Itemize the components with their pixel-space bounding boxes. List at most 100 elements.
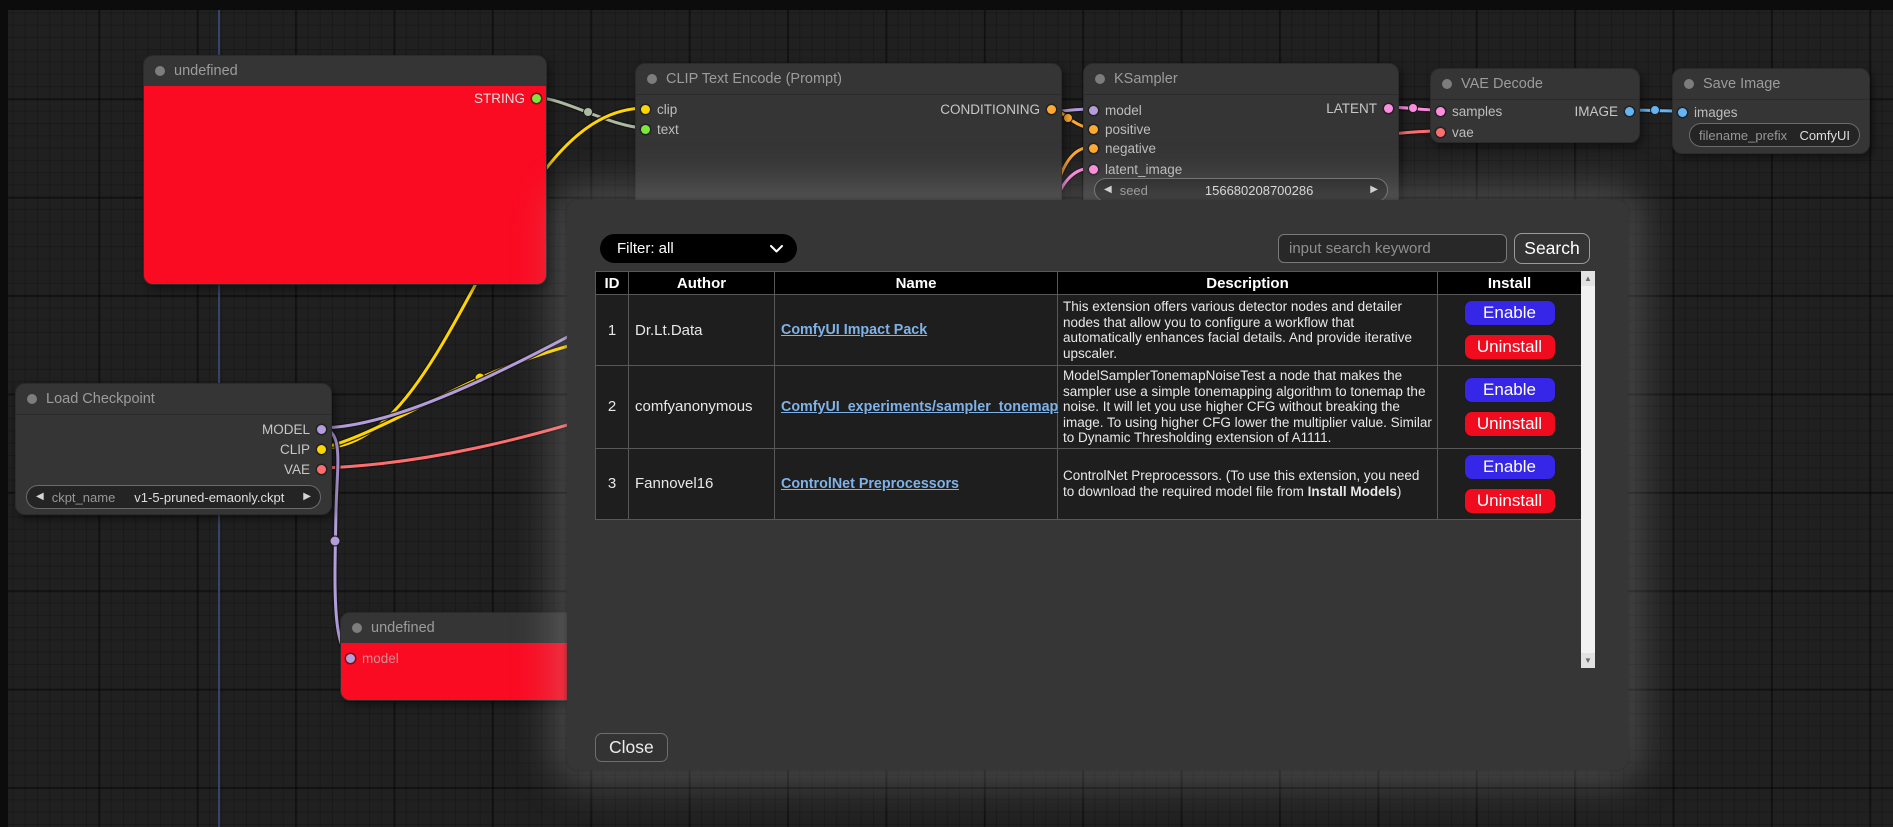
input-port-dot[interactable] [641,105,650,114]
node-status-dot [155,66,165,76]
output-port-label: CONDITIONING [940,102,1040,117]
col-header-install: Install [1438,272,1582,295]
node-header[interactable]: KSampler [1084,64,1398,95]
input-port-label: model [1105,103,1142,118]
node-status-dot [27,394,37,404]
widget-value: v1-5-pruned-emaonly.ckpt [123,490,295,505]
search-input[interactable] [1278,234,1507,263]
node-error-body [144,86,546,284]
col-header-name: Name [775,272,1058,295]
cell-id: 3 [596,448,629,519]
input-port-dot[interactable] [1678,108,1687,117]
table-row: 3 Fannovel16 ControlNet Preprocessors Co… [596,448,1582,519]
input-port-label: samples [1452,104,1502,119]
node-undefined-top[interactable]: undefined STRING [143,55,547,285]
node-header[interactable]: VAE Decode [1431,69,1639,100]
output-port-dot[interactable] [317,425,326,434]
uninstall-button[interactable]: Uninstall [1464,334,1556,360]
input-port-dot[interactable] [346,654,355,663]
cell-id: 1 [596,295,629,366]
output-port-label: LATENT [1326,101,1377,116]
cell-install: Enable Uninstall [1438,448,1582,519]
enable-button[interactable]: Enable [1464,377,1556,403]
enable-button[interactable]: Enable [1464,454,1556,480]
table-row: 1 Dr.Lt.Data ComfyUI Impact Pack This ex… [596,295,1582,366]
uninstall-button[interactable]: Uninstall [1464,488,1556,514]
output-port-dot[interactable] [1047,105,1056,114]
filter-select[interactable]: Filter: all [600,234,797,263]
cell-description: This extension offers various detector n… [1058,295,1438,366]
node-title: undefined [371,620,435,636]
output-port-label: IMAGE [1574,104,1618,119]
cell-description: ModelSamplerTonemapNoiseTest a node that… [1058,366,1438,449]
widget-right-arrow-icon[interactable]: ▶ [303,492,311,502]
cell-install: Enable Uninstall [1438,366,1582,449]
node-header[interactable]: undefined [144,56,546,87]
output-port-label: MODEL [262,422,310,437]
input-port-dot[interactable] [1089,165,1098,174]
node-title: Save Image [1703,76,1780,92]
input-port-dot[interactable] [1089,125,1098,134]
output-port-dot[interactable] [532,94,541,103]
node-ksampler[interactable]: KSampler model positive negative latent_… [1083,63,1399,215]
output-port-label: CLIP [280,442,310,457]
search-button[interactable]: Search [1514,233,1590,264]
vertical-scrollbar[interactable]: ▲ ▼ [1581,271,1595,668]
node-header[interactable]: CLIP Text Encode (Prompt) [636,64,1061,95]
extension-link[interactable]: ComfyUI Impact Pack [781,322,927,338]
col-header-author: Author [629,272,775,295]
node-title: undefined [174,63,238,79]
cell-author: Dr.Lt.Data [629,295,775,366]
table-header-row: ID Author Name Description Install [596,272,1582,295]
extension-link[interactable]: ControlNet Preprocessors [781,476,959,492]
output-port-dot[interactable] [1384,104,1393,113]
widget-right-arrow-icon[interactable]: ▶ [1370,185,1378,195]
scrollbar-down-icon[interactable]: ▼ [1581,653,1595,668]
cell-id: 2 [596,366,629,449]
extension-list-scroll-area: ID Author Name Description Install 1 Dr.… [595,271,1595,668]
window-edge-left [0,0,8,827]
scrollbar-up-icon[interactable]: ▲ [1581,271,1595,286]
input-port-label: images [1694,105,1738,120]
node-title: VAE Decode [1461,76,1543,92]
cell-author: Fannovel16 [629,448,775,519]
output-port-dot[interactable] [317,465,326,474]
node-load-checkpoint[interactable]: Load Checkpoint MODEL CLIP VAE ◀ ckpt_na… [15,383,332,515]
input-port-label: positive [1105,122,1151,137]
seed-widget[interactable]: ◀ seed 156680208700286 ▶ [1094,178,1388,202]
uninstall-button[interactable]: Uninstall [1464,411,1556,437]
col-header-description: Description [1058,272,1438,295]
widget-label: filename_prefix [1699,128,1787,143]
extension-link[interactable]: ComfyUI_experiments/sampler_tonemap [781,399,1058,415]
input-port-dot[interactable] [1436,107,1445,116]
cell-install: Enable Uninstall [1438,295,1582,366]
input-port-label: clip [657,102,677,117]
node-vae-decode[interactable]: VAE Decode samples vae IMAGE [1430,68,1640,143]
node-status-dot [647,74,657,84]
extension-table: ID Author Name Description Install 1 Dr.… [595,271,1582,520]
input-port-dot[interactable] [1089,144,1098,153]
input-port-dot[interactable] [1436,128,1445,137]
widget-value: ComfyUI [1795,128,1850,143]
node-header[interactable]: Save Image [1673,69,1869,100]
node-save-image[interactable]: Save Image images filename_prefix ComfyU… [1672,68,1870,154]
input-port-label: model [362,651,399,666]
filter-selected-value: Filter: all [617,240,770,257]
input-port-label: negative [1105,141,1156,156]
widget-left-arrow-icon[interactable]: ◀ [1104,185,1112,195]
enable-button[interactable]: Enable [1464,300,1556,326]
cell-description: ControlNet Preprocessors. (To use this e… [1058,448,1438,519]
node-header[interactable]: Load Checkpoint [16,384,331,415]
widget-left-arrow-icon[interactable]: ◀ [36,492,44,502]
input-port-dot[interactable] [1089,106,1098,115]
output-port-dot[interactable] [317,445,326,454]
output-port-dot[interactable] [1625,107,1634,116]
output-port-label: STRING [474,91,525,106]
widget-value: 156680208700286 [1156,183,1362,198]
output-port-label: VAE [284,462,310,477]
node-status-dot [1684,79,1694,89]
close-button[interactable]: Close [595,733,668,762]
filename-prefix-widget[interactable]: filename_prefix ComfyUI [1689,123,1860,147]
ckpt-name-widget[interactable]: ◀ ckpt_name v1-5-pruned-emaonly.ckpt ▶ [26,485,321,509]
input-port-dot[interactable] [641,125,650,134]
